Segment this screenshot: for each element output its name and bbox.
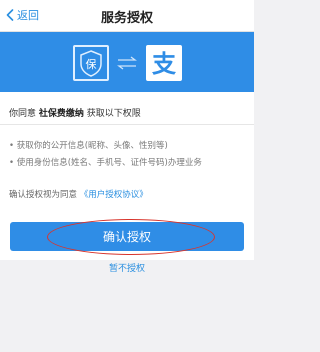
user-agreement-link[interactable]: 《用户授权协议》	[80, 190, 148, 200]
divider	[0, 124, 254, 125]
agreement-prefix: 确认授权视为同意	[9, 190, 78, 200]
shield-icon: 保	[80, 50, 102, 77]
decline-authorize-link[interactable]: 暂不授权	[0, 261, 254, 274]
permission-item: • 使用身份信息(姓名、手机号、证件号码)办理业务	[9, 158, 202, 168]
navigation-bar: 返回 服务授权	[0, 0, 254, 32]
page-title: 服务授权	[100, 11, 153, 26]
consent-suffix: 获取以下权限	[86, 109, 141, 119]
consent-statement: 你同意 社保费缴纳 获取以下权限	[9, 106, 141, 119]
alipay-logo: 支	[146, 45, 182, 81]
left-logo-char: 保	[86, 57, 97, 71]
alipay-icon: 支	[152, 50, 177, 78]
highlight-ellipse	[47, 219, 215, 255]
auth-banner: 保 支	[0, 32, 254, 92]
permission-item: • 获取你的公开信息(昵称、头像、性别等)	[9, 141, 168, 151]
consent-prefix: 你同意	[9, 109, 37, 119]
app-name: 社保费缴纳	[38, 109, 84, 119]
agreement-notice: 确认授权视为同意 《用户授权协议》	[9, 188, 148, 200]
right-logo-char: 支	[152, 50, 177, 78]
swap-arrows-icon	[117, 56, 137, 70]
social-insurance-logo: 保	[73, 45, 109, 81]
